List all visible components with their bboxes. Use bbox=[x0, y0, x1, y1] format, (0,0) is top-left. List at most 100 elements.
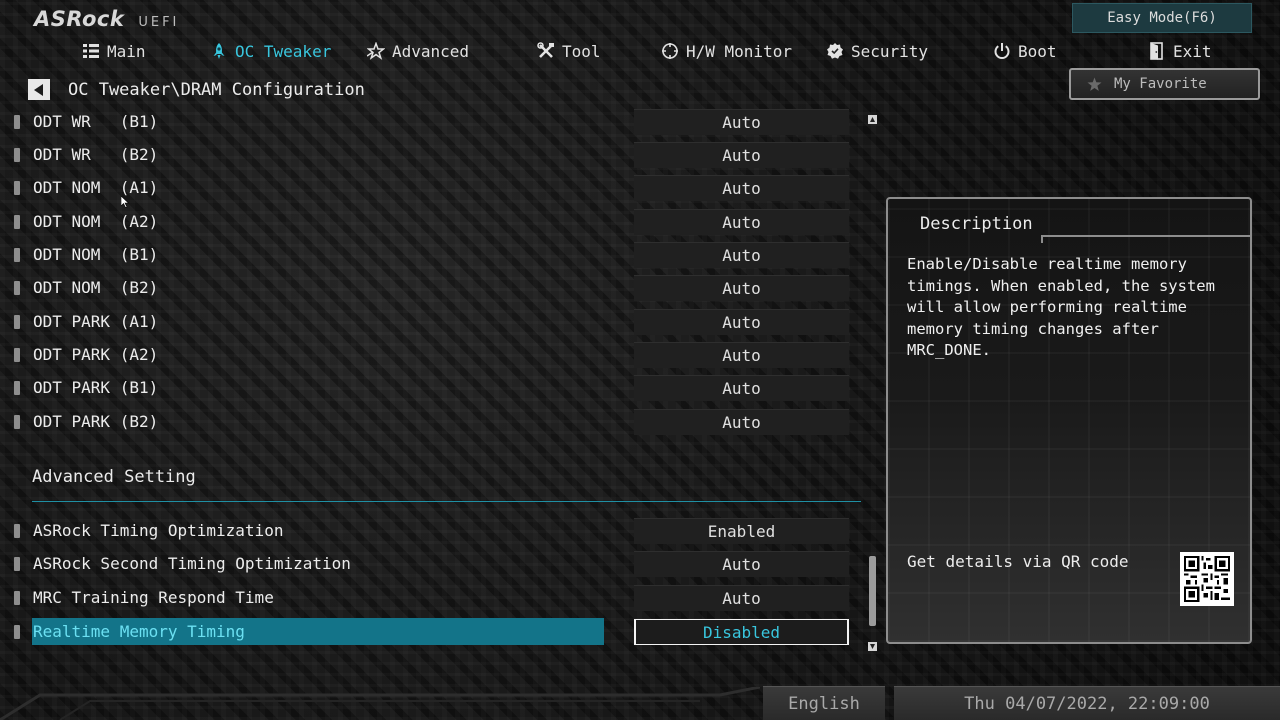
tab-advanced[interactable]: Advanced bbox=[367, 37, 469, 65]
row-marker bbox=[14, 215, 20, 229]
setting-label: ODT NOM (B1) bbox=[33, 245, 159, 264]
rocket-icon bbox=[213, 43, 225, 59]
setting-value[interactable]: Auto bbox=[634, 409, 849, 435]
description-header-frame bbox=[1041, 235, 1250, 243]
setting-value[interactable]: Auto bbox=[634, 309, 849, 335]
section-divider bbox=[32, 501, 861, 502]
setting-label: ODT PARK (B1) bbox=[33, 378, 159, 397]
footer-decoration bbox=[0, 687, 760, 720]
description-text: Enable/Disable realtime memory timings. … bbox=[907, 255, 1215, 359]
description-title: Description bbox=[920, 214, 1033, 234]
setting-row[interactable]: ODT WR (B2) Auto bbox=[0, 142, 860, 168]
setting-value[interactable]: Auto bbox=[634, 275, 849, 301]
setting-label: MRC Training Respond Time bbox=[33, 588, 274, 607]
tools-icon bbox=[537, 42, 554, 58]
setting-value[interactable]: Auto bbox=[634, 342, 849, 368]
setting-row[interactable]: ASRock Second Timing Optimization Auto bbox=[0, 551, 860, 577]
setting-row[interactable]: ODT NOM (B1) Auto bbox=[0, 242, 860, 268]
scroll-up-button[interactable] bbox=[868, 115, 877, 124]
tab-exit-label: Exit bbox=[1173, 41, 1212, 61]
tab-main-label: Main bbox=[107, 41, 146, 61]
setting-row-selected[interactable]: Realtime Memory Timing Disabled bbox=[0, 618, 860, 645]
setting-row[interactable]: ASRock Timing Optimization Enabled bbox=[0, 518, 860, 544]
row-marker bbox=[14, 524, 20, 538]
setting-value[interactable]: Auto bbox=[634, 142, 849, 168]
setting-row[interactable]: ODT WR (B1) Auto bbox=[0, 109, 860, 135]
setting-row[interactable]: ODT NOM (B2) Auto bbox=[0, 275, 860, 301]
row-marker bbox=[14, 415, 20, 429]
qr-code-label: Get details via QR code bbox=[907, 552, 1129, 571]
setting-value[interactable]: Auto bbox=[634, 585, 849, 611]
power-icon bbox=[994, 43, 1010, 60]
tab-oc-tweaker-label: OC Tweaker bbox=[235, 41, 332, 61]
main-nav: Main OC Tweaker Advanced Tool H/W Monito… bbox=[0, 37, 1280, 65]
setting-row[interactable]: ODT PARK (B1) Auto bbox=[0, 375, 860, 401]
setting-label: ODT NOM (A2) bbox=[33, 212, 159, 231]
back-button[interactable] bbox=[28, 79, 50, 100]
setting-value[interactable]: Disabled bbox=[634, 619, 849, 645]
qr-code-icon bbox=[1184, 556, 1230, 602]
setting-value[interactable]: Auto bbox=[634, 375, 849, 401]
setting-label: ASRock Second Timing Optimization bbox=[33, 554, 351, 573]
setting-value[interactable]: Auto bbox=[634, 109, 849, 135]
scroll-down-button[interactable] bbox=[868, 642, 877, 651]
setting-label: ODT WR (B2) bbox=[33, 145, 159, 164]
breadcrumb: OC Tweaker\DRAM Configuration bbox=[68, 80, 365, 100]
my-favorite-label: My Favorite bbox=[1114, 76, 1207, 92]
language-button[interactable]: English bbox=[763, 686, 885, 720]
setting-value[interactable]: Enabled bbox=[634, 518, 849, 544]
tab-tool[interactable]: Tool bbox=[537, 37, 601, 65]
description-panel: Description Enable/Disable realtime memo… bbox=[886, 197, 1252, 644]
shield-badge-icon bbox=[827, 43, 843, 59]
setting-label: ODT PARK (B2) bbox=[33, 412, 159, 431]
mouse-cursor-icon bbox=[121, 196, 129, 208]
tab-boot[interactable]: Boot bbox=[993, 37, 1057, 65]
tab-boot-label: Boot bbox=[1018, 41, 1057, 61]
setting-label: ODT NOM (B2) bbox=[33, 278, 159, 297]
setting-label: ODT NOM (A1) bbox=[33, 178, 159, 197]
row-marker bbox=[14, 315, 20, 329]
row-marker bbox=[14, 181, 20, 195]
scrollbar-thumb[interactable] bbox=[869, 556, 876, 626]
door-exit-icon bbox=[1150, 42, 1163, 60]
setting-row[interactable]: ODT NOM (A1) Auto bbox=[0, 175, 860, 201]
row-marker bbox=[14, 248, 20, 262]
tab-oc-tweaker[interactable]: OC Tweaker bbox=[210, 37, 331, 65]
tab-security-label: Security bbox=[851, 41, 929, 61]
easy-mode-button[interactable]: Easy Mode(F6) bbox=[1072, 3, 1252, 33]
back-arrow-icon bbox=[34, 83, 43, 96]
tab-tool-label: Tool bbox=[562, 41, 601, 61]
row-marker bbox=[14, 625, 20, 639]
setting-row[interactable]: MRC Training Respond Time Auto bbox=[0, 585, 860, 611]
setting-value[interactable]: Auto bbox=[634, 209, 849, 235]
setting-row[interactable]: ODT PARK (B2) Auto bbox=[0, 409, 860, 435]
setting-label: Realtime Memory Timing bbox=[33, 622, 245, 641]
monitor-target-icon bbox=[662, 43, 678, 59]
tab-security[interactable]: Security bbox=[826, 37, 928, 65]
setting-value[interactable]: Auto bbox=[634, 242, 849, 268]
logo-uefi: UEFI bbox=[138, 15, 180, 30]
tab-hw-monitor[interactable]: H/W Monitor bbox=[661, 37, 792, 65]
setting-row[interactable]: ODT NOM (A2) Auto bbox=[0, 209, 860, 235]
star-icon bbox=[367, 42, 385, 60]
tab-hw-monitor-label: H/W Monitor bbox=[686, 41, 792, 61]
tab-main[interactable]: Main bbox=[82, 37, 146, 65]
setting-label: ASRock Timing Optimization bbox=[33, 521, 284, 540]
arrow-up-icon bbox=[870, 117, 875, 122]
my-favorite-button[interactable]: My Favorite bbox=[1069, 68, 1260, 100]
setting-row[interactable]: ODT PARK (A1) Auto bbox=[0, 309, 860, 335]
datetime-display: Thu 04/07/2022, 22:09:00 bbox=[894, 686, 1280, 720]
setting-row[interactable]: ODT PARK (A2) Auto bbox=[0, 342, 860, 368]
section-title-advanced-setting: Advanced Setting bbox=[32, 467, 196, 487]
setting-value[interactable]: Auto bbox=[634, 551, 849, 577]
tab-exit[interactable]: Exit bbox=[1148, 37, 1212, 65]
asrock-logo: ASRock UEFI bbox=[34, 7, 180, 31]
row-marker bbox=[14, 115, 20, 129]
setting-label: ODT PARK (A2) bbox=[33, 345, 159, 364]
setting-value[interactable]: Auto bbox=[634, 175, 849, 201]
row-marker bbox=[14, 281, 20, 295]
setting-label: ODT PARK (A1) bbox=[33, 312, 159, 331]
star-icon bbox=[1087, 77, 1102, 91]
row-marker bbox=[14, 557, 20, 571]
setting-value-text: Disabled bbox=[636, 620, 847, 644]
